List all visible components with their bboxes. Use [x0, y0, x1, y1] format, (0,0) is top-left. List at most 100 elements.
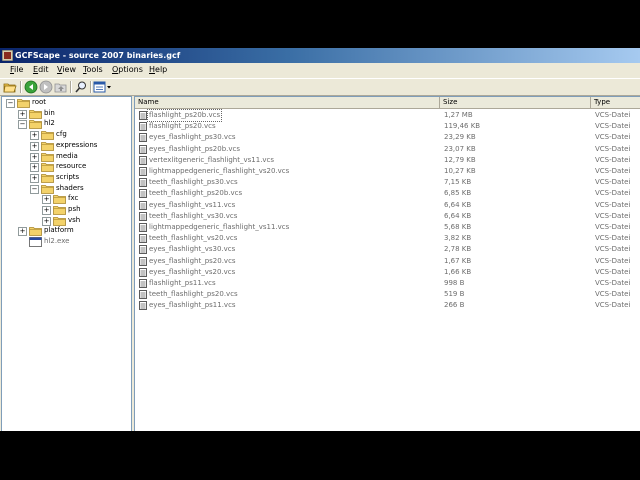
tree-item-scripts[interactable]: + scripts: [2, 172, 131, 183]
file-list[interactable]: Name Size Type flashlight_ps20b.vcs 1,27 …: [134, 96, 640, 431]
file-size: 10,27 KB: [444, 167, 476, 175]
file-row[interactable]: flashlight_ps20b.vcs 1,27 MB VCS-Datei: [135, 109, 640, 122]
vcs-file-icon: [139, 155, 147, 165]
tree-item-vsh[interactable]: + vsh: [2, 215, 131, 226]
vcs-file-icon: [139, 223, 147, 232]
tree-item-bin[interactable]: + bin: [2, 108, 131, 119]
menu-view[interactable]: View: [57, 63, 76, 77]
menu-help[interactable]: Help: [149, 63, 167, 77]
expand-icon[interactable]: +: [30, 152, 39, 162]
tree-item-hl2[interactable]: − hl2: [2, 118, 131, 130]
tree-item-expressions[interactable]: + expressions: [2, 140, 131, 151]
collapse-icon[interactable]: −: [30, 184, 39, 194]
file-size: 5,68 KB: [444, 223, 472, 231]
file-row[interactable]: lightmappedgeneric_flashlight_vs20.vcs 10…: [135, 166, 640, 177]
folder-icon: [53, 205, 66, 215]
file-type: VCS-Datei: [595, 167, 631, 175]
expand-icon[interactable]: +: [18, 109, 27, 119]
file-row[interactable]: lightmappedgeneric_flashlight_vs11.vcs 5,…: [135, 222, 640, 233]
expand-icon[interactable]: +: [30, 173, 39, 183]
up-icon[interactable]: [54, 80, 68, 94]
expand-icon[interactable]: +: [42, 206, 51, 215]
file-row[interactable]: eyes_flashlight_ps30.vcs 23,29 KB VCS-Date…: [135, 132, 640, 143]
menu-edit[interactable]: Edit: [33, 63, 49, 77]
vcs-file-icon: [139, 301, 147, 311]
title-bar[interactable]: GCFScape - source 2007 binaries.gcf: [0, 48, 640, 63]
column-header-name[interactable]: Name: [135, 97, 440, 108]
toolbar-separator: [20, 81, 22, 93]
file-size: 519 B: [444, 290, 465, 299]
tree-item-media[interactable]: + media: [2, 151, 131, 162]
file-type: VCS-Datei: [595, 111, 631, 119]
file-row[interactable]: teeth_flashlight_vs30.vcs 6,64 KB VCS-Date…: [135, 211, 640, 222]
file-row[interactable]: eyes_flashlight_vs20.vcs 1,66 KB VCS-Datei: [135, 267, 640, 278]
tree-item-psh[interactable]: + psh: [2, 204, 131, 215]
tree-item-hl2-exe[interactable]: hl2.exe: [2, 236, 131, 247]
tree-item-root[interactable]: − root: [2, 97, 131, 108]
file-size: 1,66 KB: [444, 267, 472, 276]
file-size: 1,67 KB: [444, 256, 472, 265]
menu-label: iew: [62, 65, 76, 74]
file-row[interactable]: vertexlitgeneric_flashlight_vs11.vcs 12,7…: [135, 155, 640, 166]
folder-icon: [41, 162, 54, 173]
file-row[interactable]: eyes_flashlight_ps20.vcs 1,67 KB VCS-Datei: [135, 256, 640, 267]
expand-icon[interactable]: +: [42, 216, 51, 226]
expand-icon[interactable]: +: [18, 227, 27, 237]
find-icon[interactable]: [74, 80, 88, 94]
tree-item-label: root: [32, 98, 47, 106]
file-row[interactable]: flashlight_ps20.vcs 119,46 KB VCS-Datei: [135, 121, 640, 132]
column-header-size[interactable]: Size: [440, 97, 591, 108]
open-folder-icon[interactable]: [3, 80, 17, 94]
expand-icon[interactable]: +: [42, 195, 51, 205]
view-mode-icon[interactable]: [93, 80, 113, 94]
tree-item-label: vsh: [68, 215, 81, 224]
expand-icon[interactable]: +: [30, 163, 39, 173]
tree-item-platform[interactable]: + platform: [2, 225, 131, 237]
tree-item-shaders[interactable]: − shaders: [2, 183, 131, 194]
collapse-icon[interactable]: −: [18, 120, 27, 130]
menu-options[interactable]: Options: [112, 63, 143, 77]
file-type: VCS-Datei: [595, 290, 631, 299]
file-name: eyes_flashlight_vs20.vcs: [149, 267, 236, 276]
folder-tree[interactable]: − root + bin − hl2 + cfg + expressions + media + reso…: [1, 96, 132, 431]
expand-icon[interactable]: +: [30, 131, 39, 141]
expand-icon[interactable]: +: [30, 141, 39, 151]
column-header-type[interactable]: Type: [591, 97, 640, 108]
menu-file[interactable]: File: [10, 63, 23, 77]
tree-item-resource[interactable]: + resource: [2, 161, 131, 173]
file-row[interactable]: teeth_flashlight_ps30.vcs 7,15 KB VCS-Date…: [135, 177, 640, 188]
vcs-file-icon: [139, 234, 147, 244]
file-row[interactable]: teeth_flashlight_vs20.vcs 3,82 KB VCS-Date…: [135, 233, 640, 244]
file-size: 1,27 MB: [444, 111, 473, 119]
file-row[interactable]: teeth_flashlight_ps20.vcs 519 B VCS-Datei: [135, 289, 640, 300]
file-row[interactable]: eyes_flashlight_vs11.vcs 6,64 KB VCS-Datei: [135, 200, 640, 211]
file-row[interactable]: eyes_flashlight_vs30.vcs 2,78 KB VCS-Datei: [135, 244, 640, 255]
menu-tools[interactable]: Tools: [83, 63, 103, 77]
file-row[interactable]: eyes_flashlight_ps11.vcs 266 B VCS-Datei: [135, 300, 640, 311]
folder-icon: [41, 173, 54, 183]
tree-item-label: cfg: [56, 130, 67, 139]
file-type: VCS-Datei: [595, 122, 631, 131]
file-row[interactable]: flashlight_ps11.vcs 998 B VCS-Datei: [135, 278, 640, 289]
file-name: vertexlitgeneric_flashlight_vs11.vcs: [149, 155, 275, 164]
file-row[interactable]: teeth_flashlight_ps20b.vcs 6,85 KB VCS-Dat…: [135, 188, 640, 199]
file-size: 6,64 KB: [444, 200, 472, 209]
forward-icon[interactable]: [39, 80, 53, 94]
file-name: flashlight_ps20b.vcs: [146, 109, 223, 122]
file-name: eyes_flashlight_vs11.vcs: [149, 200, 236, 209]
file-size: 6,64 KB: [444, 211, 472, 220]
tree-item-label: scripts: [56, 172, 80, 181]
file-name: teeth_flashlight_vs20.vcs: [149, 234, 238, 243]
file-type: VCS-Datei: [595, 211, 631, 220]
folder-icon: [41, 130, 54, 140]
file-type: VCS-Datei: [595, 301, 631, 310]
gcfscape-app-icon: [2, 50, 13, 61]
tree-item-label: fxc: [68, 194, 79, 203]
file-row[interactable]: eyes_flashlight_ps20b.vcs 23,07 KB VCS-Dat…: [135, 144, 640, 155]
tree-item-cfg[interactable]: + cfg: [2, 129, 131, 141]
back-icon[interactable]: [24, 80, 38, 94]
vcs-file-icon: [139, 178, 147, 188]
file-type: VCS-Datei: [595, 256, 631, 265]
collapse-icon[interactable]: −: [6, 99, 15, 108]
tree-item-fxc[interactable]: + fxc: [2, 193, 131, 205]
